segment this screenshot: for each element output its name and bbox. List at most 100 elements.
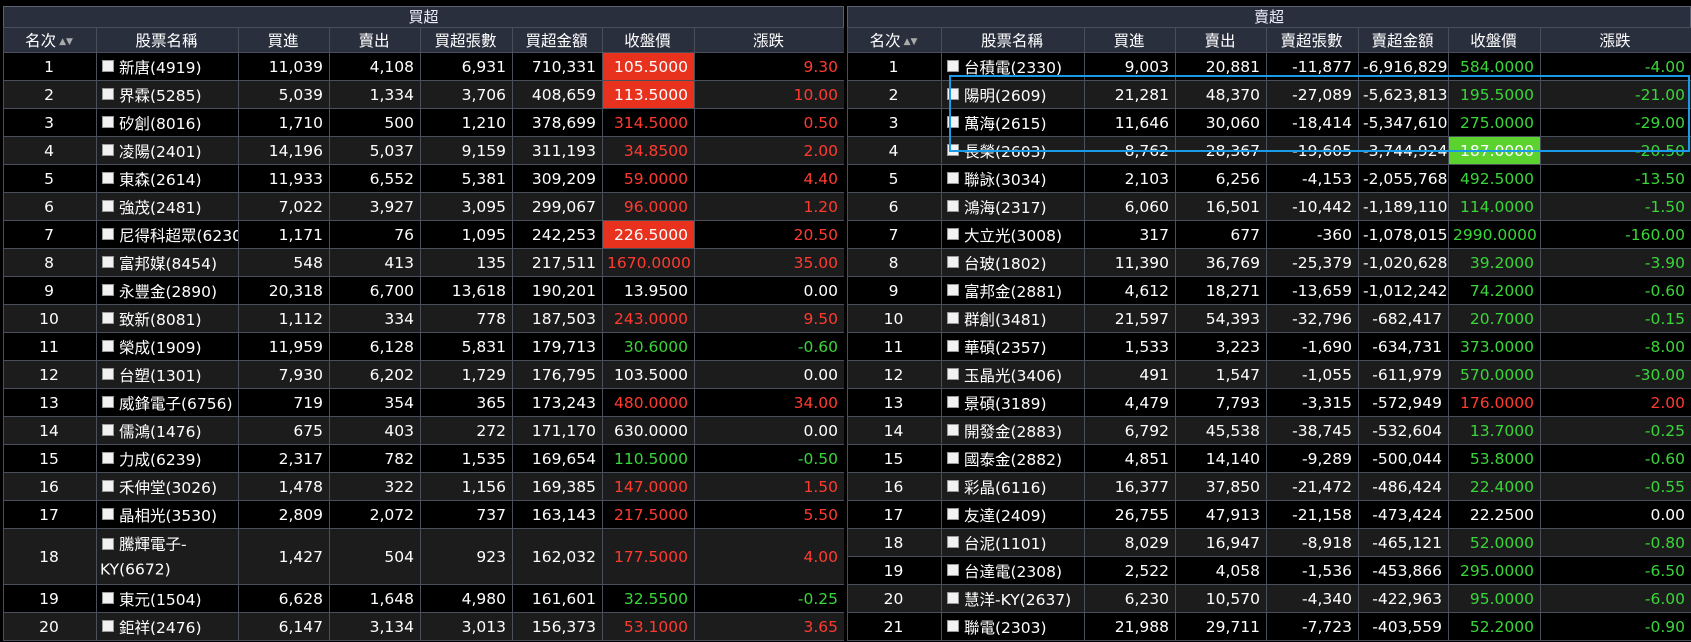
row-checkbox[interactable]	[947, 199, 959, 212]
stock-name-cell[interactable]: 永豐金(2890)	[96, 276, 239, 305]
stock-name-cell[interactable]: 鉅祥(2476)	[96, 612, 239, 641]
stock-name-cell[interactable]: 騰輝電子- KY(6672)	[96, 528, 239, 585]
table-row[interactable]: 7 尼得科超眾(6230) 1,171 76 1,095 242,253 226.5000 2…	[3, 220, 844, 249]
table-row[interactable]: 7 大立光(3008) 317 677 -360 -1,078,015 2990.0000-…	[847, 220, 1691, 249]
stock-name-cell[interactable]: 萬海(2615)	[941, 108, 1085, 137]
stock-name-cell[interactable]: 威鋒電子(6756)	[96, 388, 239, 417]
row-checkbox[interactable]	[947, 367, 959, 380]
col-header-change[interactable]: 漲跌	[1540, 27, 1691, 53]
row-checkbox[interactable]	[102, 143, 114, 156]
stock-name[interactable]: 慧洋-KY(2637)	[964, 591, 1071, 609]
table-row[interactable]: 5 聯詠(3034) 2,103 6,256 -4,153 -2,055,768 492.5…	[847, 164, 1691, 193]
row-checkbox[interactable]	[947, 171, 959, 184]
table-row[interactable]: 8 富邦媒(8454) 548 413 135 217,511 1670.0000 35.00	[3, 248, 844, 277]
col-header-close[interactable]: 收盤價	[602, 27, 695, 53]
row-checkbox[interactable]	[947, 423, 959, 436]
table-row[interactable]: 12 台塑(1301) 7,930 6,202 1,729 176,795 103.5000…	[3, 360, 844, 389]
stock-name-cell[interactable]: 陽明(2609)	[941, 80, 1085, 109]
stock-name-cell[interactable]: 台積電(2330)	[941, 52, 1085, 81]
row-checkbox[interactable]	[947, 535, 959, 548]
row-checkbox[interactable]	[947, 563, 959, 576]
table-row[interactable]: 10 致新(8081) 1,112 334 778 187,503 243.0000 9.50	[3, 304, 844, 333]
table-row[interactable]: 17 晶相光(3530) 2,809 2,072 737 163,143 217.5000 5…	[3, 500, 844, 529]
stock-name-cell[interactable]: 華碩(2357)	[941, 332, 1085, 361]
stock-name[interactable]: 聯電(2303)	[964, 619, 1047, 637]
table-row[interactable]: 5 東森(2614) 11,933 6,552 5,381 309,209 59.0000 4…	[3, 164, 844, 193]
row-checkbox[interactable]	[947, 451, 959, 464]
table-row[interactable]: 16 禾伸堂(3026) 1,478 322 1,156 169,385 147.0000 1…	[3, 472, 844, 501]
stock-name[interactable]: 騰輝電子-	[119, 536, 187, 554]
stock-name[interactable]: 永豐金(2890)	[119, 283, 217, 301]
col-header-net[interactable]: 買超張數	[420, 27, 513, 53]
row-checkbox[interactable]	[102, 423, 114, 436]
stock-name[interactable]: 富邦金(2881)	[964, 283, 1062, 301]
table-row[interactable]: 12 玉晶光(3406) 491 1,547 -1,055 -611,979 570.000…	[847, 360, 1691, 389]
row-checkbox[interactable]	[947, 507, 959, 520]
table-row[interactable]: 9 富邦金(2881) 4,612 18,271 -13,659 -1,012,242 74…	[847, 276, 1691, 305]
table-row[interactable]: 15 力成(6239) 2,317 782 1,535 169,654 110.5000 -0…	[3, 444, 844, 473]
row-checkbox[interactable]	[102, 171, 114, 184]
stock-name-cell[interactable]: 友達(2409)	[941, 500, 1085, 529]
stock-name-cell[interactable]: 玉晶光(3406)	[941, 360, 1085, 389]
row-checkbox[interactable]	[102, 537, 114, 550]
stock-name[interactable]: 禾伸堂(3026)	[119, 479, 217, 497]
col-header-sell[interactable]: 賣出	[1175, 27, 1267, 53]
row-checkbox[interactable]	[102, 227, 114, 240]
stock-name-cell[interactable]: 台泥(1101)	[941, 528, 1085, 557]
table-row[interactable]: 15 國泰金(2882) 4,851 14,140 -9,289 -500,044 53.8…	[847, 444, 1691, 473]
row-checkbox[interactable]	[102, 87, 114, 100]
stock-name-cell[interactable]: 群創(3481)	[941, 304, 1085, 333]
stock-name[interactable]: 彩晶(6116)	[964, 479, 1047, 497]
col-header-name[interactable]: 股票名稱	[941, 27, 1085, 53]
stock-name-cell[interactable]: 界霖(5285)	[96, 80, 239, 109]
row-checkbox[interactable]	[947, 311, 959, 324]
stock-name[interactable]: 鴻海(2317)	[964, 199, 1047, 217]
table-row[interactable]: 9 永豐金(2890) 20,318 6,700 13,618 190,201 13.950…	[3, 276, 844, 305]
stock-name[interactable]: 新唐(4919)	[119, 59, 202, 77]
col-header-rank[interactable]: 名次 ▲▼	[3, 27, 97, 53]
stock-name[interactable]: 東森(2614)	[119, 171, 202, 189]
stock-name-cell[interactable]: 台塑(1301)	[96, 360, 239, 389]
sort-icon[interactable]: ▲▼	[59, 37, 73, 47]
table-row[interactable]: 20 鉅祥(2476) 6,147 3,134 3,013 156,373 53.1000 3…	[3, 612, 844, 641]
row-checkbox[interactable]	[947, 143, 959, 156]
stock-name-cell[interactable]: 景碩(3189)	[941, 388, 1085, 417]
table-row[interactable]: 11 華碩(2357) 1,533 3,223 -1,690 -634,731 373.00…	[847, 332, 1691, 361]
stock-name-cell[interactable]: 開發金(2883)	[941, 416, 1085, 445]
row-checkbox[interactable]	[102, 311, 114, 324]
col-header-change[interactable]: 漲跌	[694, 27, 844, 53]
stock-name[interactable]: 聯詠(3034)	[964, 171, 1047, 189]
row-checkbox[interactable]	[947, 479, 959, 492]
stock-name-cell[interactable]: 凌陽(2401)	[96, 136, 239, 165]
row-checkbox[interactable]	[947, 283, 959, 296]
col-header-amount[interactable]: 賣超金額	[1358, 27, 1449, 53]
col-header-rank[interactable]: 名次 ▲▼	[847, 27, 942, 53]
stock-name-cell[interactable]: 台玻(1802)	[941, 248, 1085, 277]
row-checkbox[interactable]	[947, 591, 959, 604]
row-checkbox[interactable]	[102, 591, 114, 604]
row-checkbox[interactable]	[102, 507, 114, 520]
stock-name-cell[interactable]: 富邦媒(8454)	[96, 248, 239, 277]
row-checkbox[interactable]	[102, 199, 114, 212]
row-checkbox[interactable]	[947, 115, 959, 128]
col-header-net[interactable]: 賣超張數	[1266, 27, 1359, 53]
sort-icon[interactable]: ▲▼	[904, 37, 918, 47]
row-checkbox[interactable]	[947, 255, 959, 268]
table-row[interactable]: 14 開發金(2883) 6,792 45,538 -38,745 -532,604 13.…	[847, 416, 1691, 445]
table-row[interactable]: 3 矽創(8016) 1,710 500 1,210 378,699 314.5000 0.5…	[3, 108, 844, 137]
row-checkbox[interactable]	[102, 115, 114, 128]
stock-name[interactable]: 國泰金(2882)	[964, 451, 1062, 469]
col-header-name[interactable]: 股票名稱	[96, 27, 239, 53]
col-header-sell[interactable]: 賣出	[329, 27, 421, 53]
stock-name[interactable]: 台塑(1301)	[119, 367, 202, 385]
stock-name[interactable]: 致新(8081)	[119, 311, 202, 329]
table-row[interactable]: 8 台玻(1802) 11,390 36,769 -25,379 -1,020,628 39…	[847, 248, 1691, 277]
stock-name[interactable]: 台泥(1101)	[964, 535, 1047, 553]
row-checkbox[interactable]	[102, 395, 114, 408]
stock-name[interactable]: 群創(3481)	[964, 311, 1047, 329]
stock-name[interactable]: 大立光(3008)	[964, 227, 1062, 245]
stock-name[interactable]: 凌陽(2401)	[119, 143, 202, 161]
stock-name[interactable]: 榮成(1909)	[119, 339, 202, 357]
stock-name[interactable]: 矽創(8016)	[119, 115, 202, 133]
stock-name-cell[interactable]: 力成(6239)	[96, 444, 239, 473]
